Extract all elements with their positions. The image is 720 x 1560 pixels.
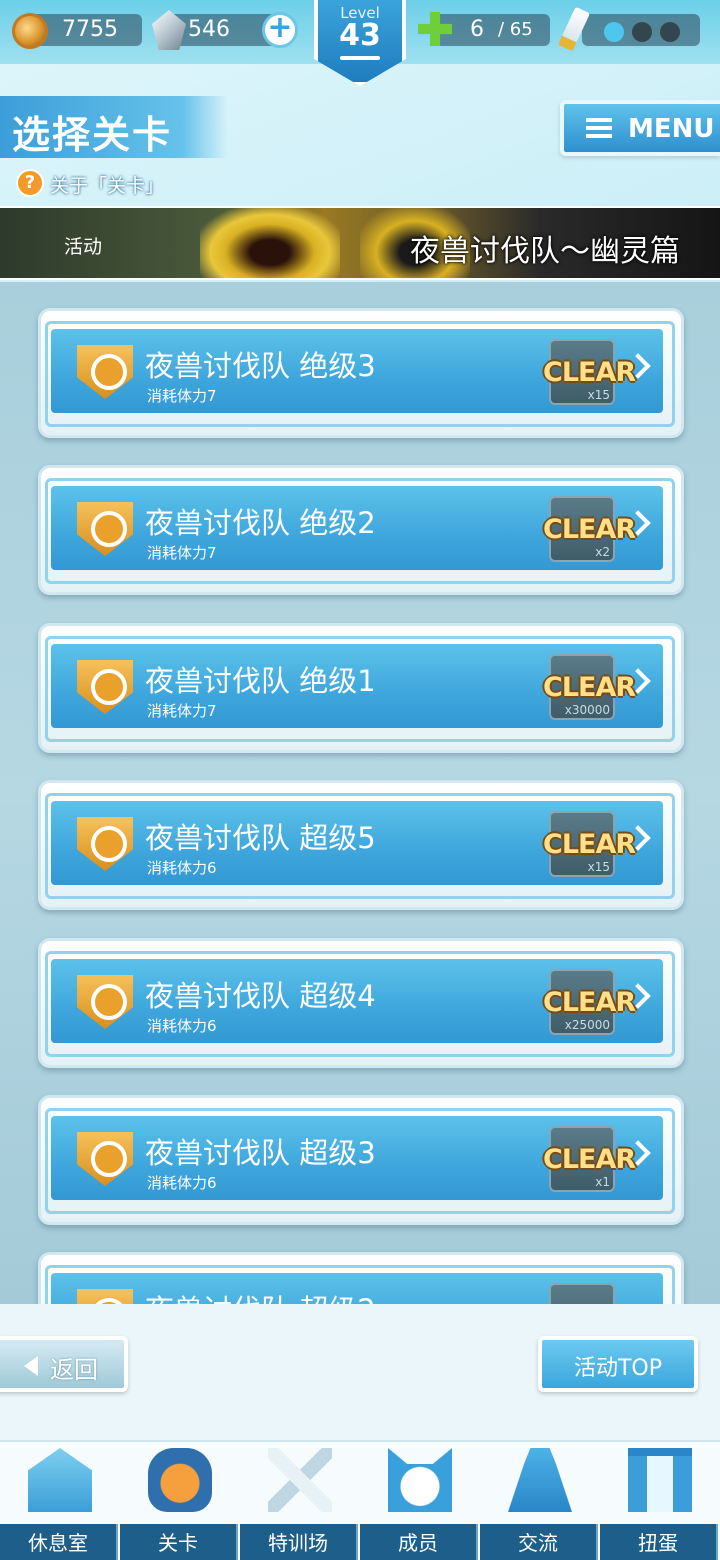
page-title: 选择关卡 — [12, 113, 173, 157]
stage-card-body: 夜兽讨伐队 绝级2 消耗体力7 x2 CLEAR — [45, 478, 675, 584]
curtain-icon — [628, 1448, 692, 1512]
clear-badge: CLEAR — [543, 672, 636, 703]
hamburger-icon — [586, 118, 612, 138]
gem-value: 546 — [188, 17, 230, 42]
reward-quantity: x30000 — [564, 703, 610, 717]
stamina-current: 6 — [470, 17, 484, 42]
nav-label: 休息室 — [0, 1524, 118, 1560]
nav-item-lounge[interactable]: 休息室 — [0, 1442, 120, 1560]
stage-name: 夜兽讨伐队 绝级1 — [145, 664, 376, 698]
footer-area: 返回 活动TOP — [0, 1304, 720, 1440]
add-gems-button[interactable]: + — [262, 12, 298, 48]
nav-label: 成员 — [360, 1524, 478, 1560]
stage-card[interactable]: 夜兽讨伐队 绝级2 消耗体力7 x2 CLEAR — [38, 465, 684, 595]
cat-mascot-icon — [388, 1448, 452, 1512]
nav-label: 关卡 — [120, 1524, 238, 1560]
clear-badge: CLEAR — [543, 357, 636, 388]
level-badge: Level 43 — [314, 0, 406, 86]
reward-quantity: x25000 — [564, 1018, 610, 1032]
reward-quantity: x15 — [587, 860, 610, 874]
reward-quantity: x1 — [595, 1175, 610, 1189]
stage-card-body: 夜兽讨伐队 超级4 消耗体力6 x25000 CLEAR — [45, 951, 675, 1057]
nav-item-members[interactable]: 成员 — [360, 1442, 480, 1560]
level-progress-bar — [340, 56, 380, 60]
monster-icon — [148, 1448, 212, 1512]
stage-list[interactable]: 夜兽讨伐队 绝级3 消耗体力7 x15 CLEAR 夜兽讨伐队 绝级2 消耗体力… — [0, 282, 720, 1304]
event-banner: 活动 夜兽讨伐队～幽灵篇 — [0, 206, 720, 280]
stage-shield-icon — [77, 660, 133, 714]
coin-value: 7755 — [62, 17, 118, 42]
clear-badge: CLEAR — [543, 514, 636, 545]
stage-name: 夜兽讨伐队 超级2 — [145, 1287, 376, 1304]
coin-icon — [12, 13, 48, 49]
menu-label: MENU — [628, 114, 715, 144]
stage-cost: 消耗体力7 — [147, 387, 217, 405]
school-icon — [28, 1448, 92, 1512]
stage-shield-icon — [77, 345, 133, 399]
nav-item-social[interactable]: 交流 — [480, 1442, 600, 1560]
stage-card-body: 夜兽讨伐队 超级2 — [45, 1265, 675, 1304]
back-label: 返回 — [50, 1356, 98, 1384]
event-top-label: 活动TOP — [573, 1356, 663, 1381]
stage-shield-icon — [77, 1289, 133, 1304]
stage-cost: 消耗体力6 — [147, 859, 217, 877]
stage-name: 夜兽讨伐队 超级3 — [145, 1136, 376, 1170]
stage-card[interactable]: 夜兽讨伐队 绝级3 消耗体力7 x15 CLEAR — [38, 308, 684, 438]
stage-cost: 消耗体力6 — [147, 1174, 217, 1192]
stage-name: 夜兽讨伐队 绝级2 — [145, 506, 376, 540]
banner-tag: 活动 — [64, 236, 103, 258]
event-title: 夜兽讨伐队～幽灵篇 — [410, 234, 680, 269]
stage-name: 夜兽讨伐队 超级5 — [145, 821, 376, 855]
stage-shield-icon — [77, 817, 133, 871]
stage-card[interactable]: 夜兽讨伐队 超级3 消耗体力6 x1 CLEAR — [38, 1095, 684, 1225]
stage-name: 夜兽讨伐队 绝级3 — [145, 349, 376, 383]
stage-shield-icon — [77, 502, 133, 556]
title-band: 选择关卡 — [0, 96, 228, 158]
stage-card-body: 夜兽讨伐队 超级5 消耗体力6 x15 CLEAR — [45, 793, 675, 899]
crossed-swords-icon — [268, 1448, 332, 1512]
stage-shield-icon — [77, 1132, 133, 1186]
nav-item-gacha[interactable]: 扭蛋 — [600, 1442, 720, 1560]
nav-item-stages[interactable]: 关卡 — [120, 1442, 240, 1560]
nav-item-training[interactable]: 特训场 — [240, 1442, 360, 1560]
reward-quantity: x2 — [595, 545, 610, 559]
stage-shield-icon — [77, 975, 133, 1029]
stage-cost: 消耗体力7 — [147, 544, 217, 562]
back-button[interactable]: 返回 — [0, 1336, 128, 1392]
stage-card-body: 夜兽讨伐队 绝级3 消耗体力7 x15 CLEAR — [45, 321, 675, 427]
reward-item-icon — [549, 1283, 615, 1304]
stage-card[interactable]: 夜兽讨伐队 超级2 — [38, 1252, 684, 1304]
help-link[interactable]: 关于「关卡」 — [50, 171, 164, 198]
stage-name: 夜兽讨伐队 超级4 — [145, 979, 376, 1013]
back-arrow-icon — [24, 1356, 38, 1376]
bottom-nav: 休息室 关卡 特训场 成员 交流 扭蛋 — [0, 1440, 720, 1560]
clear-badge: CLEAR — [543, 1144, 636, 1175]
nav-label: 特训场 — [240, 1524, 358, 1560]
menu-button[interactable]: MENU — [560, 100, 720, 156]
orb-filled — [604, 22, 624, 42]
nav-label: 扭蛋 — [600, 1524, 718, 1560]
stamina-max: / 65 — [498, 19, 533, 40]
status-bar: 7755 546 + Level 43 6 / 65 — [0, 0, 720, 86]
banner-hooded-figure — [200, 208, 340, 278]
nav-label: 交流 — [480, 1524, 598, 1560]
stage-card[interactable]: 夜兽讨伐队 超级4 消耗体力6 x25000 CLEAR — [38, 938, 684, 1068]
orb-empty — [632, 22, 652, 42]
clear-badge: CLEAR — [543, 987, 636, 1018]
stage-cost: 消耗体力6 — [147, 1017, 217, 1035]
clear-badge: CLEAR — [543, 829, 636, 860]
orb-meter — [582, 14, 700, 46]
dress-icon — [508, 1448, 572, 1512]
stage-card[interactable]: 夜兽讨伐队 超级5 消耗体力6 x15 CLEAR — [38, 780, 684, 910]
reward-quantity: x15 — [587, 388, 610, 402]
help-icon[interactable]: ? — [16, 169, 44, 197]
orb-empty — [660, 22, 680, 42]
stage-card-body: 夜兽讨伐队 绝级1 消耗体力7 x30000 CLEAR — [45, 636, 675, 742]
stage-cost: 消耗体力7 — [147, 702, 217, 720]
stage-card-body: 夜兽讨伐队 超级3 消耗体力6 x1 CLEAR — [45, 1108, 675, 1214]
event-top-button[interactable]: 活动TOP — [538, 1336, 698, 1392]
stage-card[interactable]: 夜兽讨伐队 绝级1 消耗体力7 x30000 CLEAR — [38, 623, 684, 753]
level-value: 43 — [339, 18, 381, 53]
